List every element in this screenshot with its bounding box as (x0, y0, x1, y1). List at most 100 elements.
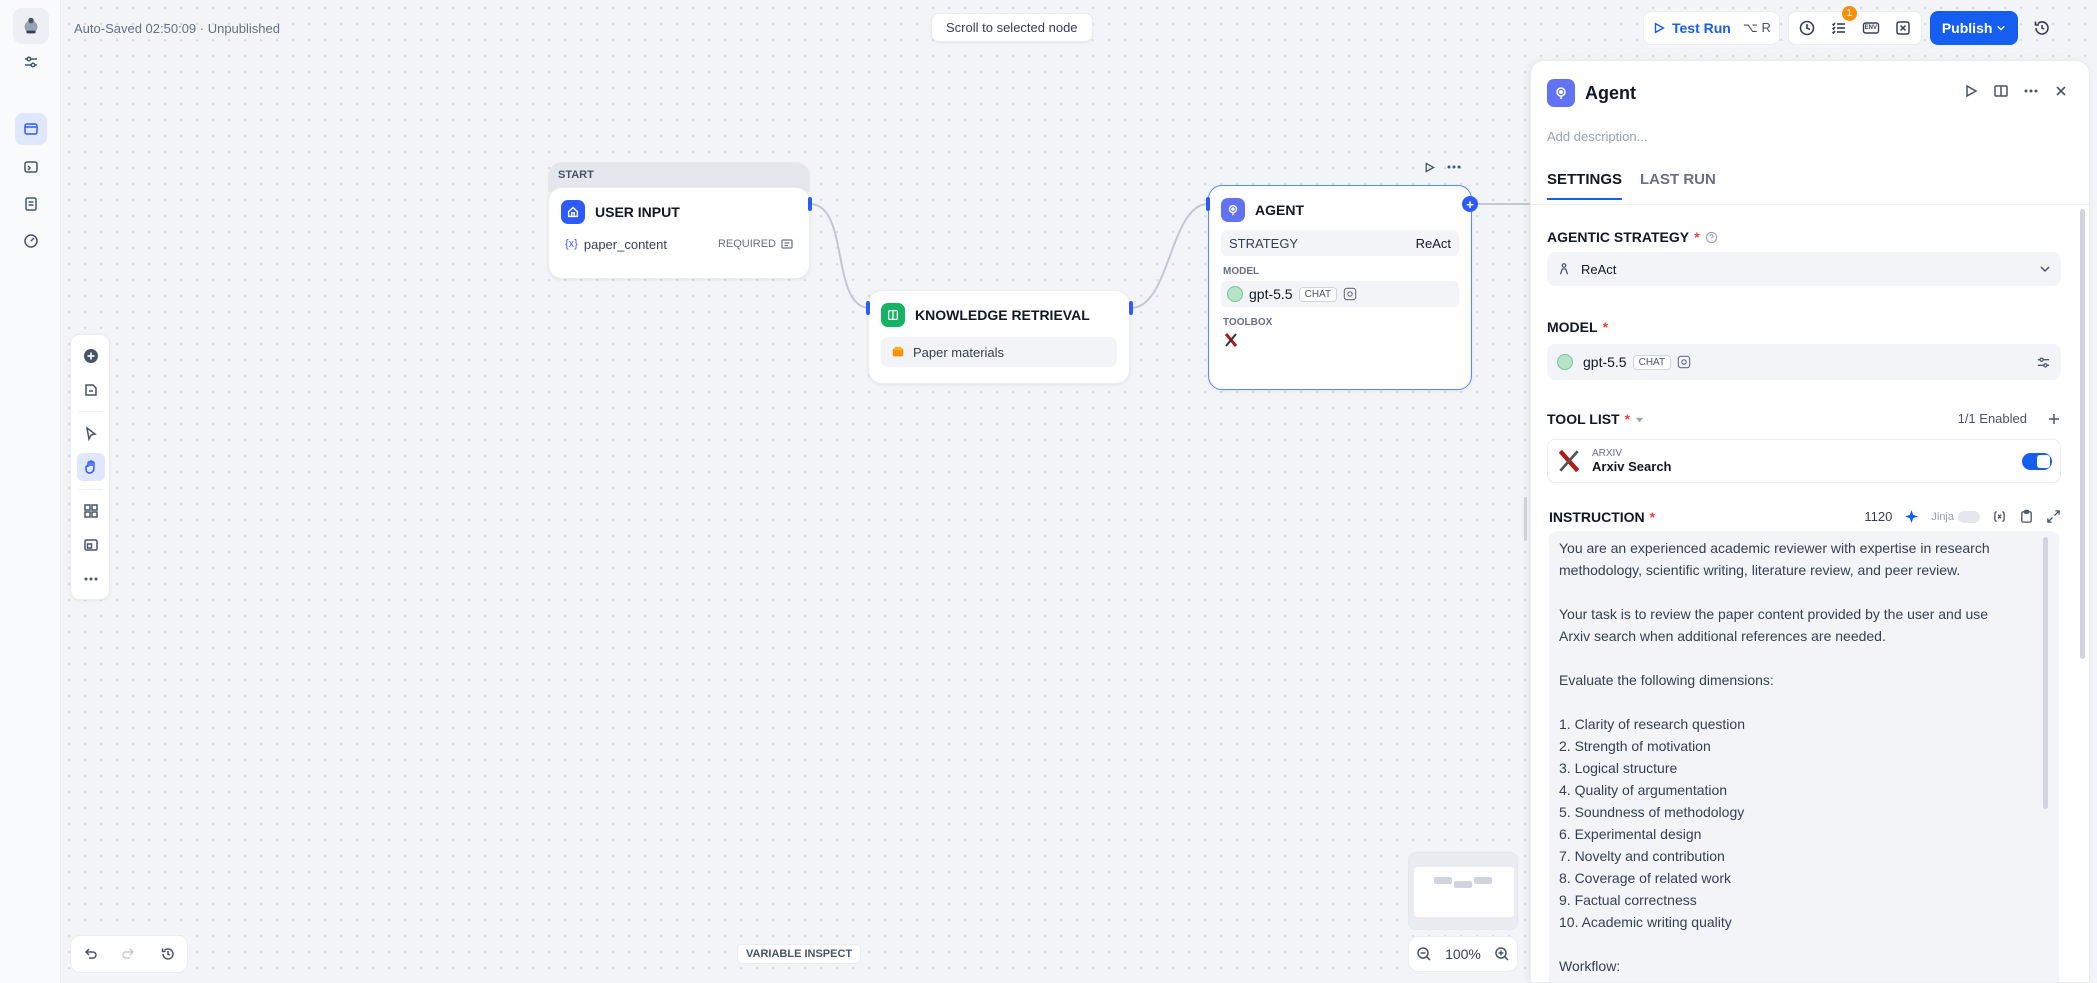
instruction-line: 10. Academic writing quality (1559, 914, 1732, 930)
panel-scrollbar[interactable] (2080, 209, 2085, 659)
arxiv-tool-icon (1223, 332, 1457, 351)
more-icon[interactable] (2023, 83, 2039, 99)
zoom-level[interactable]: 100% (1445, 946, 1481, 962)
variable-name: paper_content (583, 236, 667, 252)
agentic-strategy-select[interactable]: ReAct (1547, 252, 2061, 286)
vision-icon (1677, 355, 1691, 369)
scroll-to-selected-button[interactable]: Scroll to selected node (931, 13, 1093, 42)
tool-provider: ARXIV (1592, 448, 1623, 459)
minimap-icon[interactable] (77, 531, 105, 559)
organize-icon[interactable] (77, 497, 105, 525)
openai-icon (1227, 286, 1243, 302)
add-next-node-button[interactable]: + (1462, 196, 1478, 212)
tool-list-header[interactable]: TOOL LIST * (1547, 411, 1644, 427)
left-rail (0, 0, 61, 983)
conversation-variables-icon[interactable] (1887, 12, 1919, 44)
agentic-strategy-header: AGENTIC STRATEGY * (1547, 229, 1718, 245)
add-node-icon[interactable] (77, 342, 105, 370)
hand-icon[interactable] (77, 453, 105, 481)
test-run-label: Test Run (1672, 20, 1731, 36)
model-chip: CHAT (1298, 286, 1338, 302)
add-note-icon[interactable] (77, 376, 105, 404)
instruction-line: 1. Clarity of research question (1559, 716, 1745, 732)
more-icon[interactable] (77, 565, 105, 593)
knowledge-output-handle[interactable] (1129, 301, 1133, 315)
tool-item-arxiv[interactable]: ARXIV Arxiv Search (1547, 439, 2061, 483)
dataset-name: Paper materials (913, 344, 1005, 360)
knowledge-input-handle[interactable] (866, 301, 870, 315)
variable-inspect-button[interactable]: VARIABLE INSPECT (737, 944, 862, 964)
jinja-label: Jinja (1931, 510, 1954, 523)
instruction-line: You are an experienced academic reviewer… (1559, 540, 1990, 556)
api-access-icon[interactable] (15, 151, 47, 183)
orchestrate-icon[interactable] (15, 113, 47, 145)
tool-list-label: TOOL LIST (1547, 411, 1620, 427)
insert-variable-icon[interactable] (1992, 509, 2007, 524)
close-icon[interactable] (2053, 83, 2069, 99)
arxiv-icon (1558, 449, 1580, 473)
logs-icon[interactable] (15, 188, 47, 220)
env-label: ENV (1864, 25, 1878, 31)
instruction-line: 6. Experimental design (1559, 826, 1702, 842)
start-output-handle[interactable] (808, 197, 812, 211)
undo-icon[interactable] (82, 946, 98, 962)
panel-title[interactable]: Agent (1585, 83, 1636, 104)
more-icon[interactable] (1446, 159, 1462, 175)
zoom-in-icon[interactable] (1494, 946, 1510, 962)
home-icon (561, 200, 585, 224)
run-step-icon[interactable] (1963, 83, 1979, 99)
editor-scrollbar[interactable] (2043, 537, 2048, 809)
instruction-header: INSTRUCTION * (1549, 509, 1656, 525)
description-input[interactable]: Add description... (1547, 129, 1647, 144)
agent-node[interactable]: AGENT STRATEGY ReAct MODEL gpt-5.5 CHAT … (1208, 185, 1472, 390)
tab-settings[interactable]: SETTINGS (1547, 171, 1623, 200)
user-input-node[interactable]: USER INPUT {x} paper_content REQUIRED (548, 187, 810, 279)
minimap[interactable] (1408, 852, 1518, 930)
expand-icon[interactable] (2046, 509, 2061, 524)
version-history-icon[interactable] (2026, 12, 2058, 44)
strategy-value: ReAct (1415, 235, 1451, 251)
tab-last-run[interactable]: LAST RUN (1640, 171, 1716, 200)
test-run-button[interactable]: Test Run ⌥ R (1643, 11, 1780, 45)
instruction-line: 4. Quality of argumentation (1559, 782, 1728, 798)
help-book-icon[interactable] (1993, 83, 2009, 99)
tool-enabled-toggle[interactable] (2022, 452, 2052, 470)
copy-icon[interactable] (2019, 509, 2034, 524)
run-node-icon[interactable] (1423, 161, 1436, 174)
instruction-meta: 1120 Jinja (1864, 509, 2061, 524)
text-input-icon (781, 239, 793, 249)
agentic-strategy-label: AGENTIC STRATEGY (1547, 229, 1690, 245)
pointer-icon[interactable] (77, 420, 105, 448)
input-variable-row[interactable]: {x} paper_content REQUIRED (559, 232, 799, 256)
instruction-editor[interactable]: You are an experienced academic reviewer… (1549, 531, 2059, 982)
publish-button[interactable]: Publish (1929, 11, 2019, 45)
dataset-row[interactable]: Paper materials (881, 337, 1117, 367)
env-variables-icon[interactable]: ENV (1855, 12, 1887, 44)
redo-icon[interactable] (121, 946, 137, 962)
model-label: MODEL (1223, 266, 1260, 277)
instruction-char-count: 1120 (1864, 509, 1893, 524)
checklist-icon[interactable]: 1 (1823, 6, 1857, 44)
monitoring-icon[interactable] (15, 225, 47, 257)
app-logo-icon[interactable] (13, 8, 49, 44)
model-settings-icon[interactable] (2036, 355, 2051, 370)
zoom-out-icon[interactable] (1416, 946, 1432, 962)
history-icon[interactable] (160, 946, 176, 962)
model-chip: CHAT (1632, 354, 1672, 370)
help-icon[interactable] (1705, 231, 1718, 244)
knowledge-retrieval-node[interactable]: KNOWLEDGE RETRIEVAL Paper materials (868, 290, 1130, 384)
play-icon (1654, 22, 1665, 34)
tool-name: Arxiv Search (1592, 459, 1672, 474)
chevron-down-icon (1997, 25, 2006, 31)
panel-resize-handle[interactable] (1524, 497, 1527, 541)
add-tool-icon[interactable] (2047, 412, 2061, 426)
jinja-toggle[interactable]: Jinja (1931, 510, 1980, 523)
sparkle-icon[interactable] (1904, 509, 1919, 524)
agent-input-handle[interactable] (1206, 197, 1210, 211)
canvas-toolbar (70, 334, 110, 600)
workflow-settings-icon[interactable] (15, 46, 47, 78)
model-select[interactable]: gpt-5.5 CHAT (1547, 344, 2061, 380)
agent-icon (1547, 79, 1575, 107)
instruction-line: 5. Soundness of methodology (1559, 804, 1745, 820)
run-history-icon[interactable] (1791, 12, 1823, 44)
